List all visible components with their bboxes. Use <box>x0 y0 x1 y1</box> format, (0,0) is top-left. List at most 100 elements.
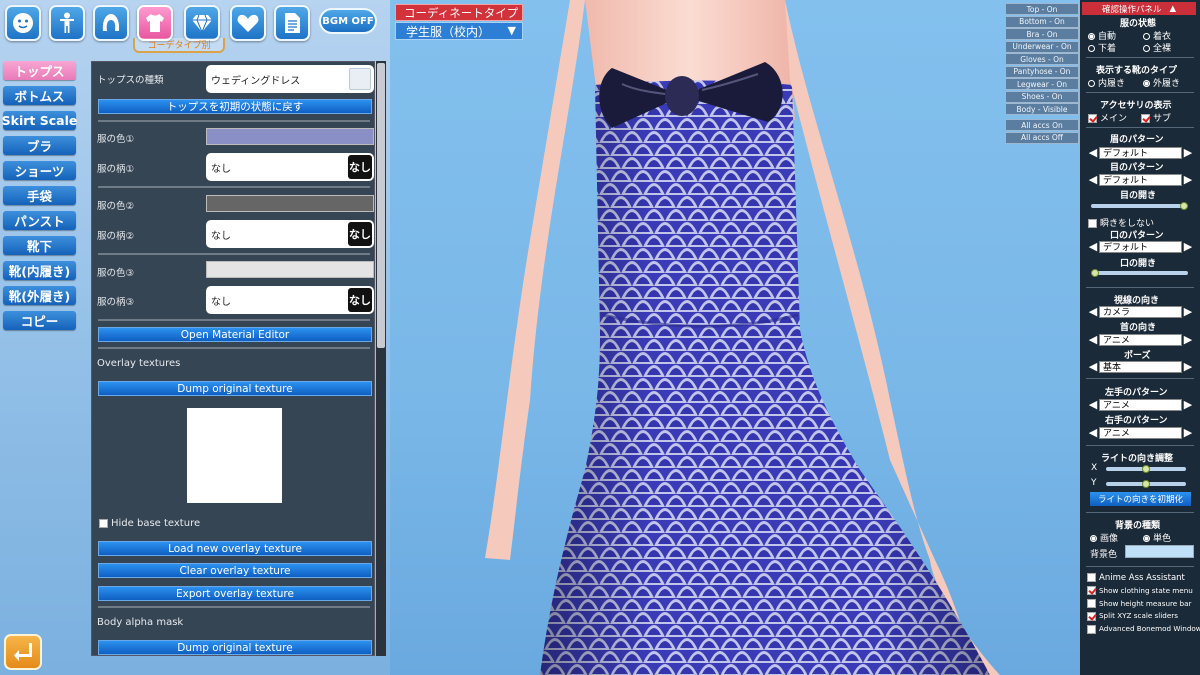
accessories-toggle[interactable]: All accs On <box>1005 119 1079 131</box>
prev-arrow-icon[interactable]: ◀ <box>1087 305 1099 318</box>
tops-type-field[interactable]: ウェディングドレス <box>206 65 374 93</box>
background-solid-radio[interactable]: 単色 <box>1143 531 1171 544</box>
color2-swatch[interactable] <box>206 195 374 212</box>
next-arrow-icon[interactable]: ▶ <box>1182 426 1194 439</box>
light-y-knob[interactable] <box>1142 480 1150 488</box>
checkbox-box[interactable] <box>1087 624 1096 634</box>
reset-tops-button[interactable]: トップスを初期の状態に戻す <box>98 99 372 114</box>
hair-icon[interactable] <box>93 5 129 41</box>
document-icon[interactable] <box>274 5 310 41</box>
pattern1-field[interactable]: なし なし <box>206 153 374 181</box>
checkbox-box[interactable] <box>1088 219 1097 228</box>
checkbox-box[interactable] <box>1087 611 1096 621</box>
category-button[interactable]: ボトムス <box>3 86 76 105</box>
open-material-editor-button[interactable]: Open Material Editor <box>98 327 372 342</box>
plugin-toggle[interactable]: Show height measure bar <box>1087 599 1191 609</box>
color3-swatch[interactable] <box>206 261 374 278</box>
clothing-state-toggle[interactable]: Underwear - On <box>1005 40 1079 53</box>
clothes-state-underwear[interactable]: 下着 <box>1088 41 1116 54</box>
radio-icon[interactable] <box>1143 535 1150 542</box>
accessories-toggle[interactable]: All accs Off <box>1005 131 1079 144</box>
prev-arrow-icon[interactable]: ◀ <box>1087 173 1099 186</box>
next-arrow-icon[interactable]: ▶ <box>1182 305 1194 318</box>
character-viewport[interactable] <box>390 0 1080 675</box>
background-color-swatch[interactable] <box>1125 545 1194 558</box>
next-arrow-icon[interactable]: ▶ <box>1182 173 1194 186</box>
checkbox-box[interactable] <box>1087 599 1096 609</box>
pattern3-field[interactable]: なし なし <box>206 286 374 314</box>
category-button[interactable]: 手袋 <box>3 186 76 205</box>
mouth-open-slider[interactable] <box>1091 271 1188 275</box>
plugin-toggle[interactable]: Show clothing state menu <box>1087 586 1193 596</box>
plugin-toggle[interactable]: Anime Ass Assistant <box>1087 573 1185 583</box>
shoes-outdoor[interactable]: 外履き <box>1143 76 1180 89</box>
next-arrow-icon[interactable]: ▶ <box>1182 333 1194 346</box>
load-overlay-texture-button[interactable]: Load new overlay texture <box>98 541 372 556</box>
next-arrow-icon[interactable]: ▶ <box>1182 240 1194 253</box>
radio-icon[interactable] <box>1143 45 1150 52</box>
prev-arrow-icon[interactable]: ◀ <box>1087 426 1099 439</box>
accessory-main[interactable]: メイン <box>1088 111 1127 124</box>
checkbox-box[interactable] <box>1087 586 1096 596</box>
clothes-state-nude[interactable]: 全裸 <box>1143 41 1171 54</box>
pattern2-field[interactable]: なし なし <box>206 220 374 248</box>
clothing-state-toggle[interactable]: Legwear - On <box>1005 78 1079 90</box>
clothing-state-toggle[interactable]: Body - Visible <box>1005 103 1079 115</box>
prev-arrow-icon[interactable]: ◀ <box>1087 360 1099 373</box>
dump-original-texture-button[interactable]: Dump original texture <box>98 381 372 396</box>
radio-icon[interactable] <box>1088 33 1095 40</box>
export-overlay-texture-button[interactable]: Export overlay texture <box>98 586 372 601</box>
heart-icon[interactable] <box>230 5 266 41</box>
bgm-toggle-button[interactable]: BGM OFF <box>319 8 377 34</box>
radio-icon[interactable] <box>1088 45 1095 52</box>
clear-overlay-texture-button[interactable]: Clear overlay texture <box>98 563 372 578</box>
checkbox-box[interactable] <box>99 518 108 528</box>
dump-original-texture-button-2[interactable]: Dump original texture <box>98 640 372 655</box>
category-button[interactable]: ブラ <box>3 136 76 155</box>
mouth-open-knob[interactable] <box>1091 269 1099 277</box>
collapse-icon[interactable]: ▲ <box>1169 4 1176 14</box>
clothing-state-toggle[interactable]: Top - On <box>1005 3 1079 15</box>
face-icon[interactable] <box>5 5 41 41</box>
coordinate-type-dropdown[interactable]: 学生服（校内） ▼ <box>395 22 523 40</box>
category-button[interactable]: 靴(外履き) <box>3 286 76 305</box>
category-button[interactable]: Skirt Scale <box>2 111 77 130</box>
category-button[interactable]: パンスト <box>3 211 76 230</box>
category-button[interactable]: 靴(内履き) <box>3 261 76 280</box>
prev-arrow-icon[interactable]: ◀ <box>1087 333 1099 346</box>
prev-arrow-icon[interactable]: ◀ <box>1087 398 1099 411</box>
next-arrow-icon[interactable]: ▶ <box>1182 360 1194 373</box>
plugin-toggle[interactable]: Split XYZ scale sliders <box>1087 611 1178 621</box>
checkbox-box[interactable] <box>1088 114 1097 123</box>
radio-icon[interactable] <box>1143 33 1150 40</box>
color1-swatch[interactable] <box>206 128 374 145</box>
category-button[interactable]: コピー <box>3 311 76 330</box>
clothes-icon[interactable] <box>137 5 173 41</box>
prev-arrow-icon[interactable]: ◀ <box>1087 240 1099 253</box>
category-button[interactable]: ショーツ <box>3 161 76 180</box>
check-panel-header[interactable]: 確認操作パネル ▲ <box>1082 2 1196 15</box>
body-icon[interactable] <box>49 5 85 41</box>
clothing-state-toggle[interactable]: Bra - On <box>1005 28 1079 40</box>
accessory-sub[interactable]: サブ <box>1141 111 1171 124</box>
radio-icon[interactable] <box>1143 80 1150 87</box>
checkbox-box[interactable] <box>1087 573 1096 582</box>
next-arrow-icon[interactable]: ▶ <box>1182 146 1194 159</box>
clothing-state-toggle[interactable]: Shoes - On <box>1005 90 1079 103</box>
reset-light-button[interactable]: ライトの向きを初期化 <box>1090 492 1191 506</box>
radio-icon[interactable] <box>1090 535 1097 542</box>
category-button[interactable]: 靴下 <box>3 236 76 255</box>
back-button[interactable] <box>4 634 42 670</box>
shoes-indoor[interactable]: 内履き <box>1088 76 1125 89</box>
hide-base-texture-checkbox[interactable]: Hide base texture <box>99 518 200 529</box>
plugin-toggle[interactable]: Advanced Bonemod Window <box>1087 624 1200 634</box>
radio-icon[interactable] <box>1088 80 1095 87</box>
panel-scroll-thumb[interactable] <box>377 63 385 348</box>
eye-open-slider[interactable] <box>1091 204 1188 208</box>
category-button[interactable]: トップス <box>3 61 76 80</box>
prev-arrow-icon[interactable]: ◀ <box>1087 146 1099 159</box>
clothing-state-toggle[interactable]: Pantyhose - On <box>1005 65 1079 78</box>
next-arrow-icon[interactable]: ▶ <box>1182 398 1194 411</box>
light-x-knob[interactable] <box>1142 465 1150 473</box>
background-image-radio[interactable]: 画像 <box>1090 531 1118 544</box>
